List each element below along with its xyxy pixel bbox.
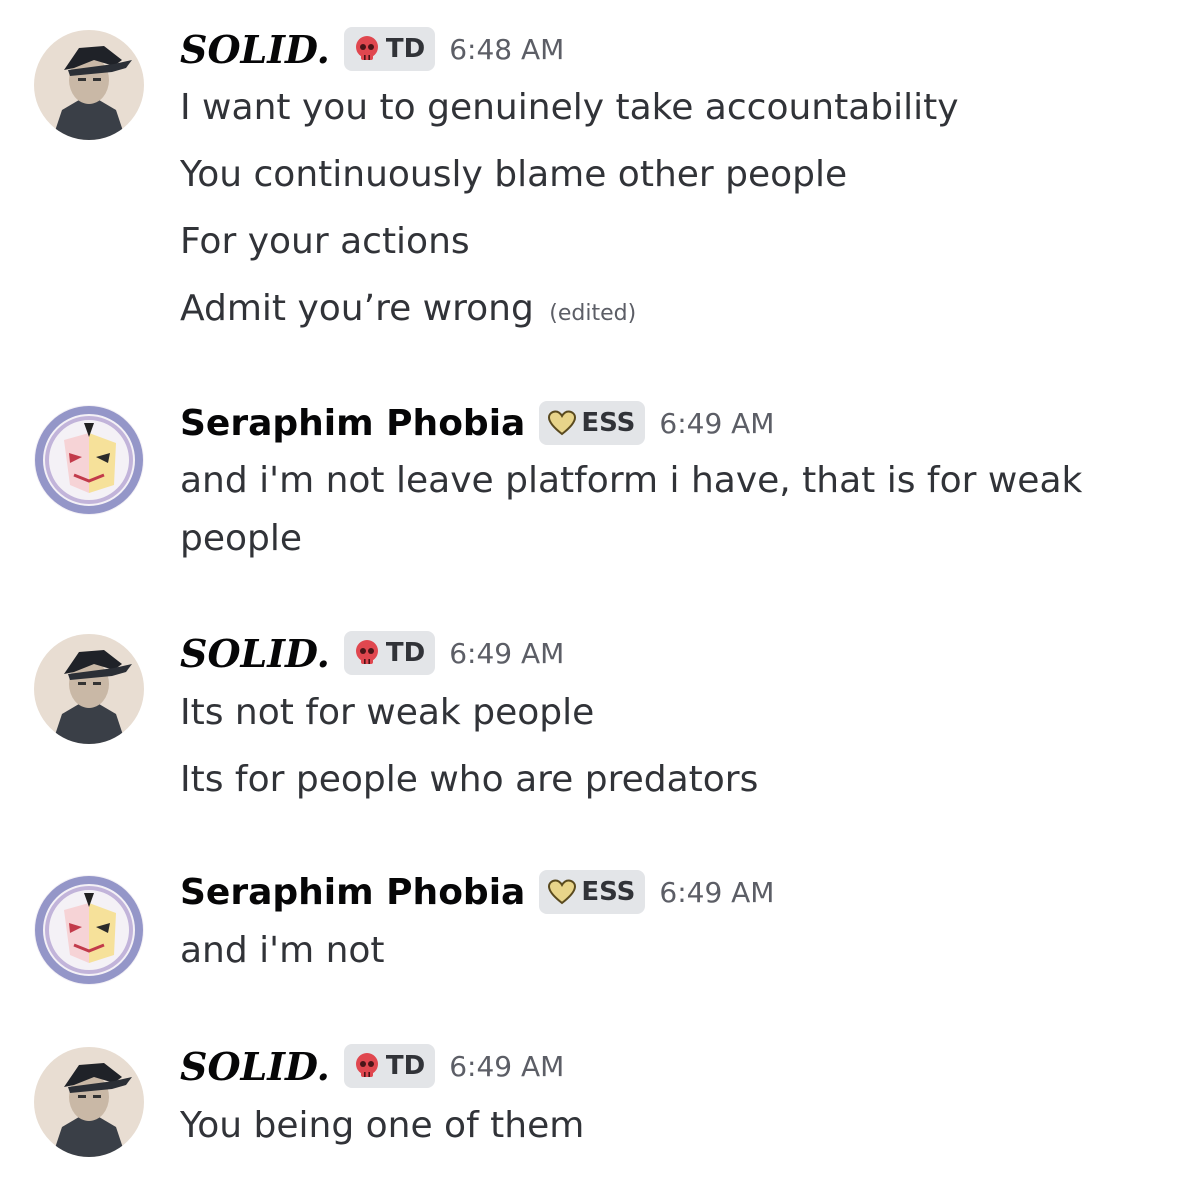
skull-icon [355,640,378,664]
guild-tag[interactable]: ESS [539,870,646,914]
timestamp[interactable]: 6:49 AM [449,637,564,670]
message-header: SOLID. TD 6:48 AM [180,21,564,77]
username[interactable]: Seraphim Phobia [180,872,525,913]
heart-icon [548,879,577,905]
guild-tag[interactable]: ESS [539,401,646,445]
skull-icon [355,36,378,60]
avatar[interactable] [34,1047,144,1157]
avatar[interactable] [34,634,144,744]
heart-icon [548,410,577,436]
message-text: Admit you’re wrong [180,288,534,329]
guild-tag-label: TD [385,1051,426,1081]
timestamp[interactable]: 6:48 AM [449,33,564,66]
guild-tag-label: TD [385,638,426,668]
message-text: For your actions [180,221,470,262]
message-text: Its for people who are predators [180,759,759,800]
avatar[interactable] [34,875,144,985]
avatar[interactable] [34,30,144,140]
message-header: SOLID. TD 6:49 AM [180,1038,564,1094]
username[interactable]: Seraphim Phobia [180,403,525,444]
message-text: Its not for weak people [180,692,595,733]
message-text: and i'm not leave platform i have, that … [180,460,1083,559]
guild-tag-label: ESS [581,877,636,907]
timestamp[interactable]: 6:49 AM [659,407,774,440]
guild-tag-label: ESS [581,408,636,438]
guild-tag[interactable]: TD [343,1044,436,1088]
message-text: I want you to genuinely take accountabil… [180,87,959,128]
skull-icon [355,1053,378,1077]
message-text: You continuously blame other people [180,154,848,195]
username[interactable]: SOLID. [180,1044,330,1089]
message-text-edited-line: Admit you’re wrong (edited) [180,280,636,343]
message-header: Seraphim Phobia ESS 6:49 AM [180,395,774,451]
message-text: and i'm not [180,930,385,971]
guild-tag[interactable]: TD [343,631,436,675]
timestamp[interactable]: 6:49 AM [659,876,774,909]
username[interactable]: SOLID. [180,631,330,676]
username[interactable]: SOLID. [180,27,330,72]
message-header: Seraphim Phobia ESS 6:49 AM [180,864,774,920]
message-text: You being one of them [180,1105,585,1146]
timestamp[interactable]: 6:49 AM [449,1050,564,1083]
guild-tag-label: TD [385,34,426,64]
avatar[interactable] [34,405,144,515]
message-header: SOLID. TD 6:49 AM [180,625,564,681]
guild-tag[interactable]: TD [343,27,436,71]
edited-indicator: (edited) [549,301,637,326]
